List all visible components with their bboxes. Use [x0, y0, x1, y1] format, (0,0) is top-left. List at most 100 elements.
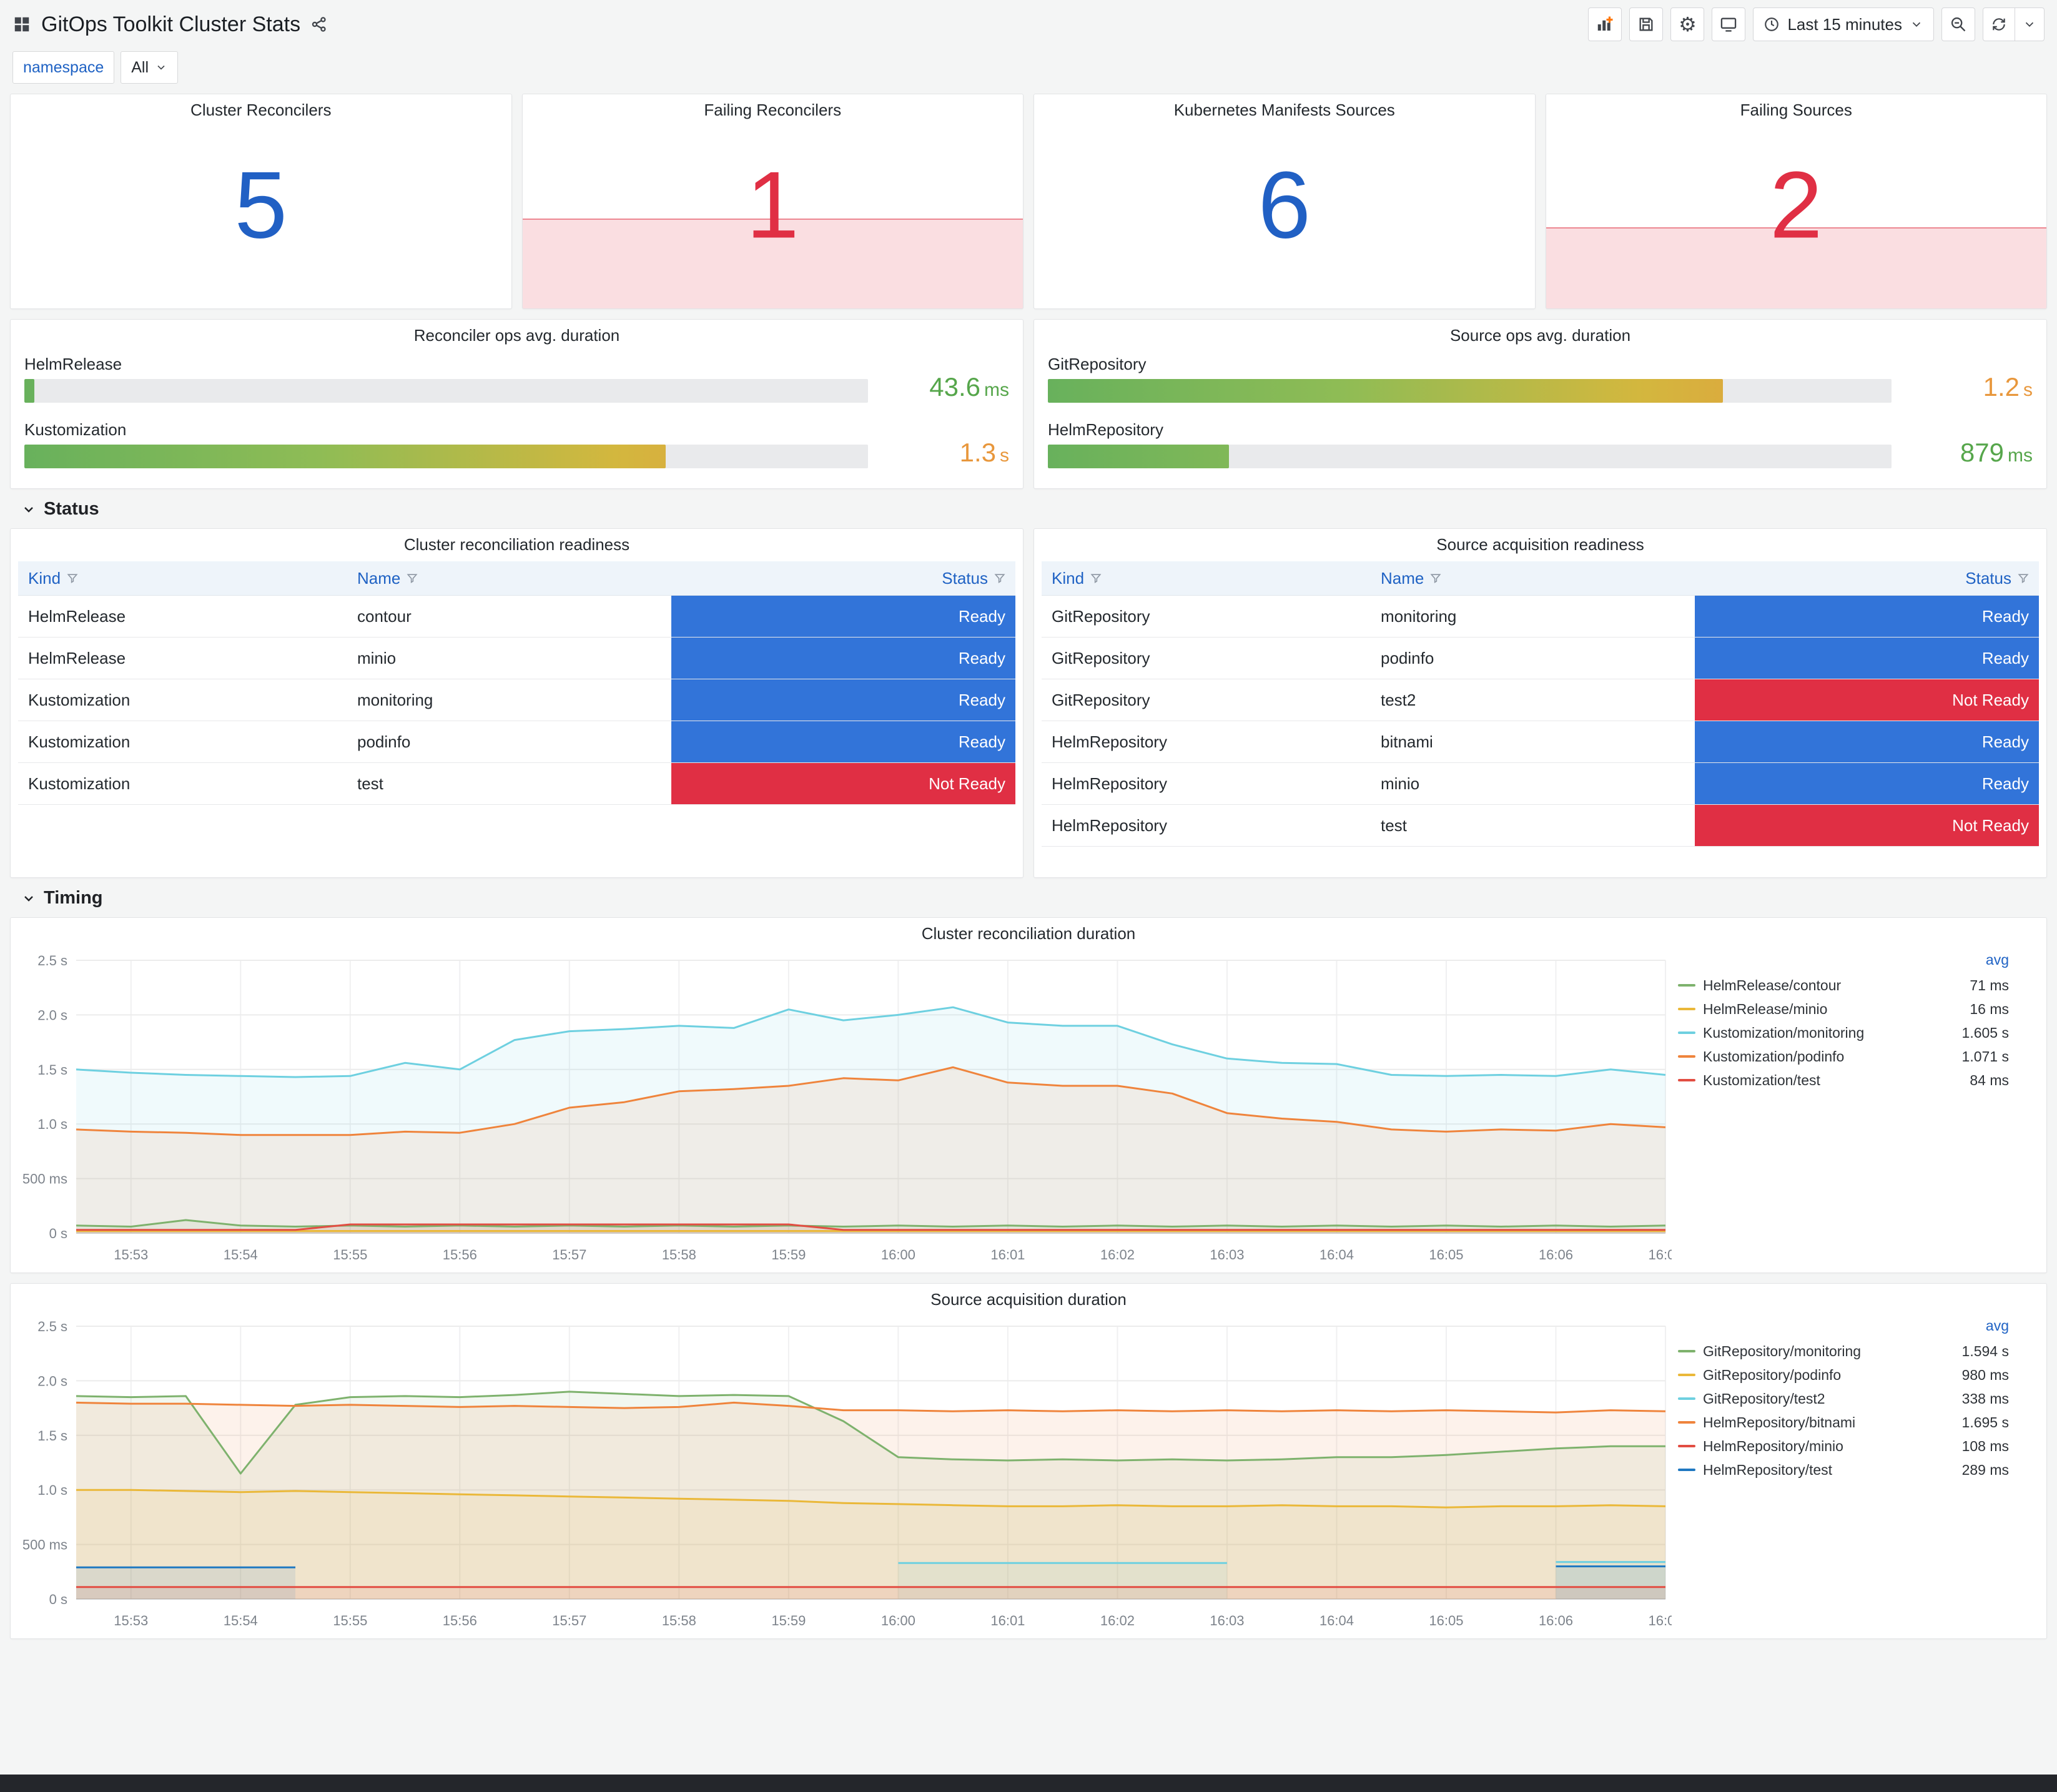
legend-series-name[interactable]: Kustomization/test: [1703, 1072, 1820, 1089]
legend-item[interactable]: HelmRepository/bitnami 1.695 s: [1678, 1410, 2009, 1434]
time-range-picker[interactable]: Last 15 minutes: [1753, 7, 1934, 41]
filter-funnel-icon[interactable]: [994, 573, 1005, 584]
share-icon[interactable]: [310, 16, 328, 33]
filter-funnel-icon[interactable]: [67, 573, 78, 584]
legend-item[interactable]: HelmRelease/minio 16 ms: [1678, 997, 2009, 1021]
legend-item[interactable]: GitRepository/test2 338 ms: [1678, 1387, 2009, 1410]
time-series-plot[interactable]: 15:53 15:54 15:55 15:56 15:57 15:58 15:59 16:00…: [17, 949, 1672, 1264]
gauge-track: [1048, 379, 1892, 403]
svg-text:15:58: 15:58: [662, 1247, 696, 1263]
stat-value: 1: [746, 152, 799, 258]
legend-series-name[interactable]: Kustomization/monitoring: [1703, 1025, 1864, 1041]
chevron-down-icon: [24, 506, 33, 513]
refresh-interval-dropdown[interactable]: [2015, 8, 2044, 41]
time-series-plot[interactable]: 15:53 15:54 15:55 15:56 15:57 15:58 15:59 16:00…: [17, 1315, 1672, 1630]
legend-item[interactable]: Kustomization/podinfo 1.071 s: [1678, 1045, 2009, 1068]
clock-icon: [1765, 17, 1779, 31]
table-row[interactable]: Kustomization test Not Ready: [18, 763, 1015, 805]
table-row[interactable]: GitRepository test2 Not Ready: [1042, 679, 2039, 721]
svg-text:15:58: 15:58: [662, 1613, 696, 1628]
panel-title: Failing Sources: [1740, 100, 1852, 119]
section-title: Timing: [44, 888, 103, 908]
table-row[interactable]: HelmRepository bitnami Ready: [1042, 721, 2039, 763]
section-header-timing[interactable]: Timing: [21, 888, 2036, 908]
panel-title: Cluster Reconcilers: [190, 100, 332, 119]
gauge-label: HelmRepository: [1048, 420, 1163, 439]
table-row[interactable]: Kustomization monitoring Ready: [18, 679, 1015, 721]
legend-series-name[interactable]: HelmRepository/bitnami: [1703, 1414, 1855, 1431]
table-row[interactable]: HelmRepository minio Ready: [1042, 763, 2039, 805]
column-header-kind[interactable]: Kind: [1042, 561, 1371, 595]
table-row[interactable]: HelmRepository test Not Ready: [1042, 805, 2039, 847]
legend-item[interactable]: GitRepository/monitoring 1.594 s: [1678, 1339, 2009, 1363]
column-header-status[interactable]: Status: [671, 561, 1015, 595]
cell-kind: HelmRepository: [1052, 732, 1167, 751]
legend-series-color: [1678, 1350, 1695, 1352]
filter-funnel-icon[interactable]: [1430, 573, 1441, 584]
legend-series-name[interactable]: HelmRepository/minio: [1703, 1438, 1843, 1455]
svg-text:16:07: 16:07: [1648, 1247, 1672, 1263]
gauge-label: HelmRelease: [24, 355, 122, 373]
legend-series-name[interactable]: GitRepository/test2: [1703, 1391, 1825, 1407]
legend-series-name[interactable]: HelmRepository/test: [1703, 1462, 1832, 1479]
svg-text:16:06: 16:06: [1539, 1247, 1573, 1263]
variable-label-namespace[interactable]: namespace: [12, 51, 115, 84]
legend-series-color: [1678, 1031, 1695, 1034]
refresh-button[interactable]: [1983, 8, 2015, 41]
table-row[interactable]: GitRepository podinfo Ready: [1042, 638, 2039, 679]
chart-legend: avg HelmRelease/contour 71 ms HelmRelease/…: [1672, 949, 2021, 1268]
legend-item[interactable]: HelmRelease/contour 71 ms: [1678, 973, 2009, 997]
legend-item[interactable]: HelmRepository/test 289 ms: [1678, 1458, 2009, 1482]
cell-name: monitoring: [357, 690, 433, 709]
filter-funnel-icon[interactable]: [2018, 573, 2029, 584]
add-panel-button[interactable]: [1588, 7, 1622, 41]
legend-series-name[interactable]: GitRepository/monitoring: [1703, 1343, 1861, 1360]
legend-series-name[interactable]: Kustomization/podinfo: [1703, 1048, 1844, 1065]
chevron-down-icon: [24, 895, 33, 902]
legend-series-name[interactable]: HelmRelease/contour: [1703, 977, 1841, 994]
panel-title: Cluster reconciliation duration: [921, 923, 1136, 943]
section-header-status[interactable]: Status: [21, 499, 2036, 519]
save-dashboard-button[interactable]: [1629, 7, 1664, 41]
cell-kind: HelmRelease: [28, 606, 126, 626]
gauge-track: [24, 445, 868, 468]
table-row[interactable]: Kustomization podinfo Ready: [18, 721, 1015, 763]
gauge-fill: [24, 379, 35, 403]
column-header-kind[interactable]: Kind: [18, 561, 347, 595]
legend-series-avg: 71 ms: [1970, 977, 2009, 993]
gauge-fill: [1048, 445, 1230, 468]
legend-item[interactable]: HelmRepository/minio 108 ms: [1678, 1434, 2009, 1458]
stats-row: Cluster Reconcilers 5 Failing Reconciler…: [10, 94, 2047, 309]
legend-series-name[interactable]: HelmRelease/minio: [1703, 1001, 1827, 1018]
cell-kind: GitRepository: [1052, 648, 1150, 667]
svg-text:15:53: 15:53: [114, 1613, 148, 1628]
column-header-name[interactable]: Name: [1371, 561, 1695, 595]
gauge-value: 1.2 s: [1983, 372, 2033, 401]
legend-item[interactable]: Kustomization/monitoring 1.605 s: [1678, 1021, 2009, 1045]
cell-status: Not Ready: [671, 763, 1015, 804]
svg-text:16:02: 16:02: [1100, 1247, 1135, 1263]
table-row[interactable]: HelmRelease contour Ready: [18, 596, 1015, 638]
column-header-name[interactable]: Name: [347, 561, 671, 595]
apps-grid-icon[interactable]: [12, 15, 31, 34]
legend-item[interactable]: Kustomization/test 84 ms: [1678, 1068, 2009, 1092]
legend-series-avg: 108 ms: [1961, 1437, 2009, 1454]
zoom-out-button[interactable]: [1941, 7, 1975, 41]
filter-funnel-icon[interactable]: [1090, 573, 1102, 584]
cycle-view-mode-button[interactable]: [1712, 7, 1746, 41]
stat-value: 5: [234, 152, 288, 258]
gauge-fill: [1048, 379, 1723, 403]
dashboard-header: GitOps Toolkit Cluster Stats ⚙ Last 15 m…: [0, 0, 2057, 49]
table-row[interactable]: HelmRelease minio Ready: [18, 638, 1015, 679]
dashboard-settings-button[interactable]: ⚙: [1670, 7, 1705, 41]
svg-text:2.5 s: 2.5 s: [37, 953, 67, 968]
bottom-bar: [0, 1775, 2057, 1792]
variable-value-dropdown[interactable]: All: [121, 51, 179, 84]
legend-item[interactable]: GitRepository/podinfo 980 ms: [1678, 1363, 2009, 1387]
legend-series-name[interactable]: GitRepository/podinfo: [1703, 1367, 1841, 1384]
column-header-status[interactable]: Status: [1695, 561, 2039, 595]
chevron-down-icon: [157, 65, 165, 70]
filter-funnel-icon[interactable]: [407, 573, 418, 584]
table-row[interactable]: GitRepository monitoring Ready: [1042, 596, 2039, 638]
legend-avg-header: avg: [1985, 1317, 2009, 1334]
